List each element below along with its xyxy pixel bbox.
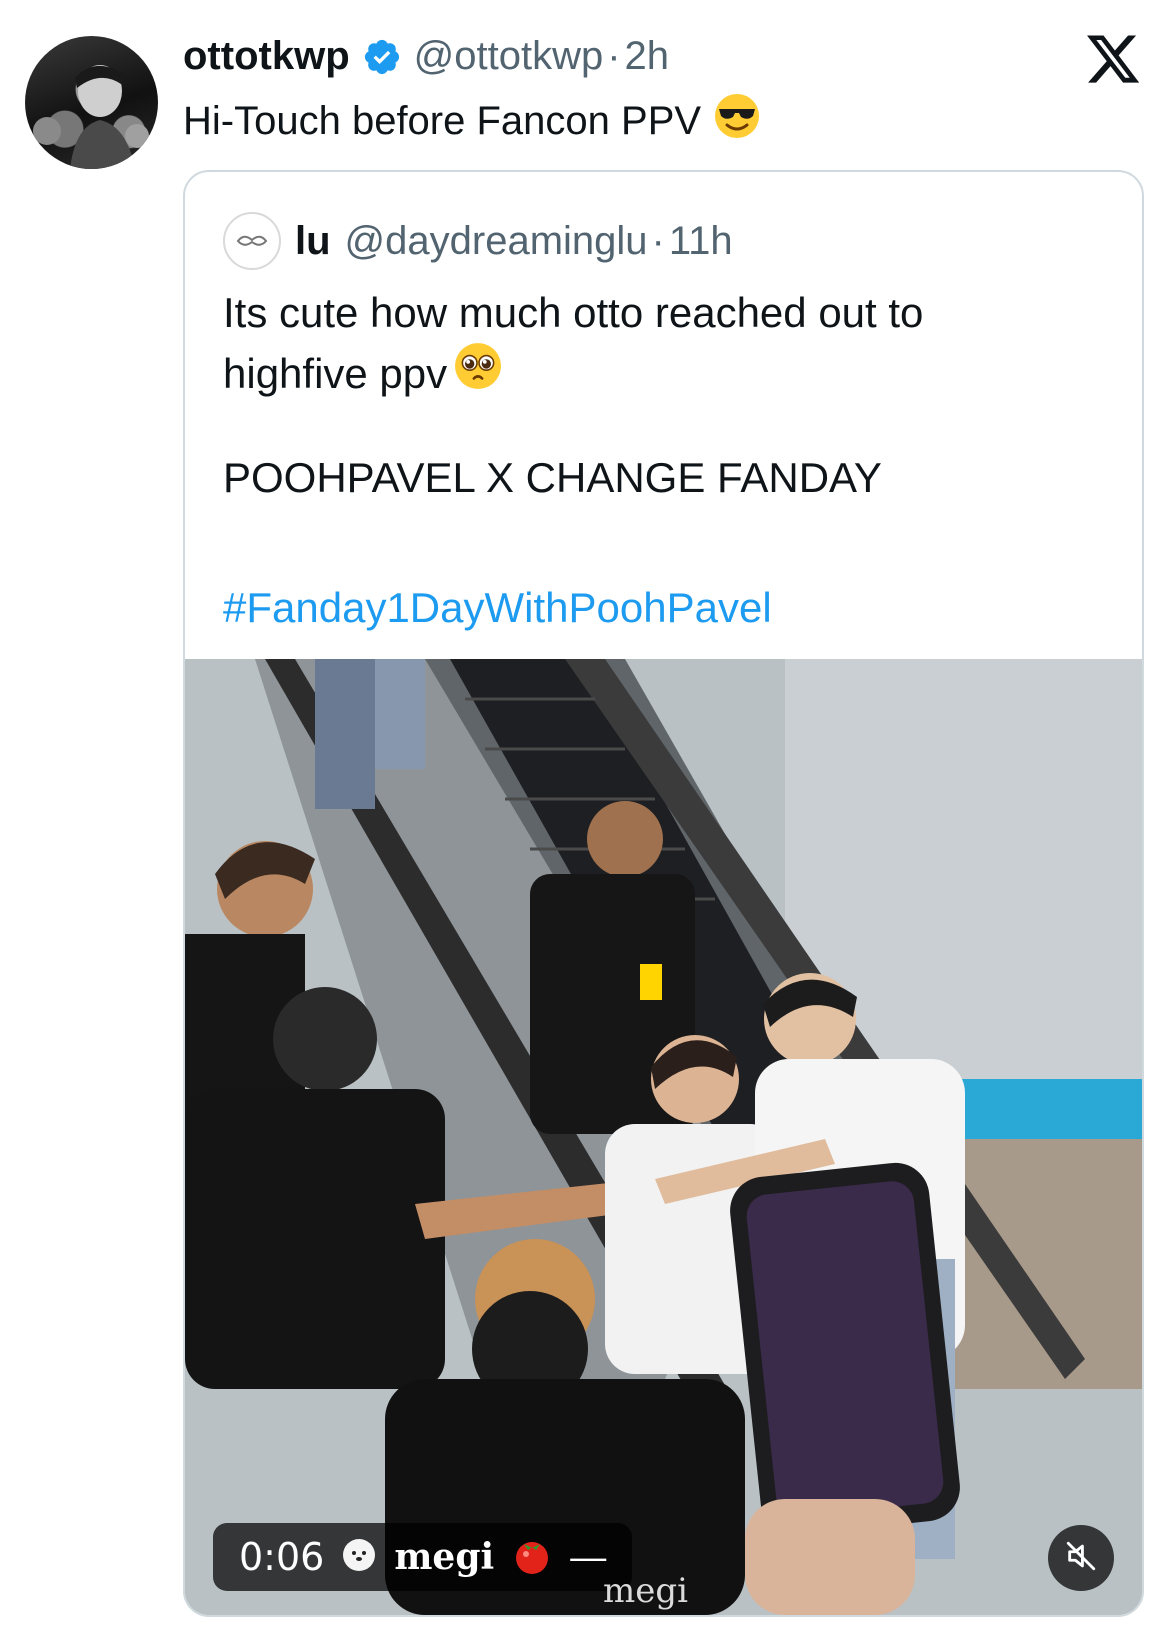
video-timestamp: 0:06: [239, 1535, 325, 1579]
quoted-text-paragraph-2: POOHPAVEL X CHANGE FANDAY: [223, 454, 882, 501]
quoted-post-time[interactable]: 11h: [669, 219, 733, 264]
author-avatar[interactable]: [25, 36, 158, 169]
author-handle[interactable]: @ottotkwp: [414, 34, 604, 79]
post-text-content: Hi-Touch before Fancon PPV: [183, 98, 702, 143]
video-overlay-dash: —: [570, 1536, 607, 1577]
verified-badge-icon: [362, 37, 402, 77]
quoted-post-text: Its cute how much otto reached out to hi…: [223, 284, 1103, 405]
quoted-separator-dot: ·: [651, 218, 665, 263]
video-overlay-bar: 0:06 megi —: [213, 1523, 633, 1591]
post-text: Hi-Touch before Fancon PPV: [183, 92, 761, 150]
video-channel-name: megi: [394, 1536, 495, 1578]
author-name[interactable]: ottotkwp: [183, 34, 350, 79]
quoted-text-line-1: Its cute how much otto reached out to: [223, 289, 924, 336]
video-frame: [185, 659, 1142, 1615]
quoted-text-line-2: highfive ppv: [223, 349, 448, 397]
quoted-text-line-2-wrap: highfive ppv: [223, 341, 1103, 405]
quoted-author-avatar[interactable]: [223, 212, 281, 270]
tomato-icon: [512, 1535, 552, 1580]
quoted-post-card[interactable]: lu @daydreaminglu · 11h Its cute how muc…: [183, 170, 1144, 1617]
x-logo-icon: [1084, 30, 1142, 88]
post-header: ottotkwp @ottotkwp · 2h: [183, 34, 669, 79]
quoted-author-name[interactable]: lu: [295, 219, 331, 264]
samoyed-dog-icon: [342, 1538, 376, 1577]
hashtag-link[interactable]: #Fanday1DayWithPoohPavel: [223, 584, 772, 632]
video-watermark: megi: [603, 1571, 688, 1611]
separator-dot: ·: [607, 34, 621, 78]
pleading-face-icon: [453, 341, 503, 405]
smiling-face-with-sunglasses-icon: [713, 92, 761, 150]
video-player[interactable]: 0:06 megi — megi: [185, 659, 1142, 1615]
quoted-post-header: lu @daydreaminglu · 11h: [223, 212, 733, 270]
muted-speaker-icon: [1064, 1539, 1098, 1578]
post-time[interactable]: 2h: [625, 34, 670, 79]
quoted-author-handle[interactable]: @daydreaminglu: [345, 219, 648, 264]
mute-button[interactable]: [1048, 1525, 1114, 1591]
